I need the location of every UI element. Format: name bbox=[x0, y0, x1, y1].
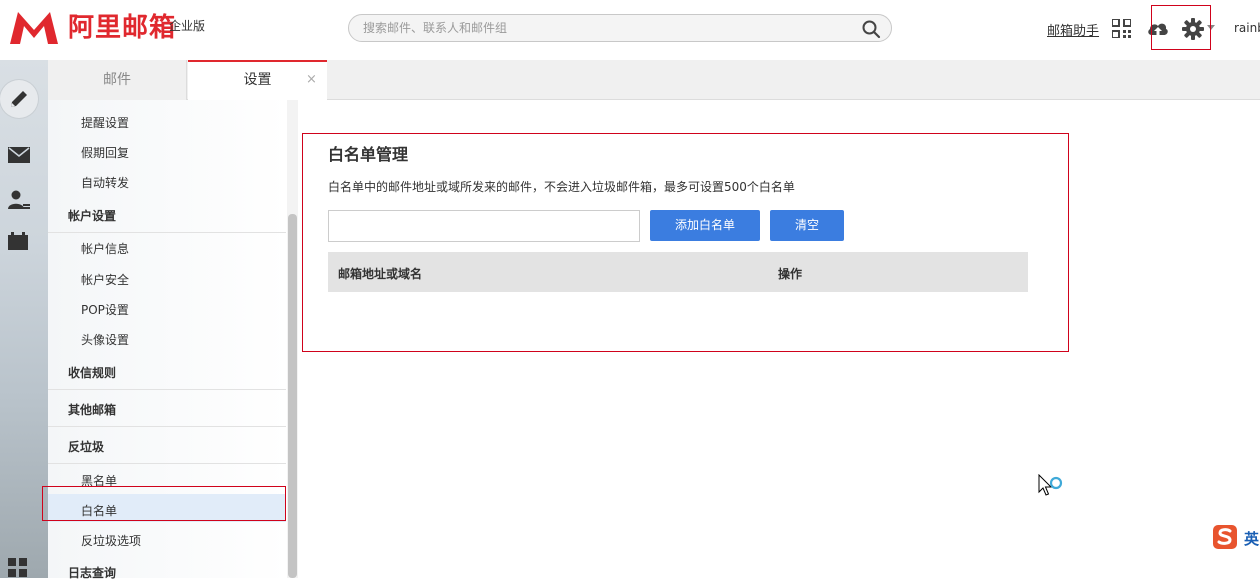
sidebar-item-auto-forward[interactable]: 自动转发 bbox=[81, 174, 129, 191]
username[interactable]: rainb bbox=[1234, 21, 1260, 35]
clear-button[interactable]: 清空 bbox=[770, 210, 844, 241]
column-header-operation: 操作 bbox=[778, 267, 803, 281]
divider bbox=[48, 232, 286, 233]
left-icon-rail bbox=[0, 60, 48, 578]
sidebar-item-account-info[interactable]: 帐户信息 bbox=[81, 240, 129, 257]
compose-icon[interactable] bbox=[9, 89, 29, 109]
mail-helper-link[interactable]: 邮箱助手 bbox=[1047, 20, 1099, 39]
logo-m-icon[interactable] bbox=[8, 10, 60, 46]
contacts-icon[interactable] bbox=[8, 190, 30, 210]
edition-label: 企业版 bbox=[169, 19, 206, 33]
sidebar-item-avatar[interactable]: 头像设置 bbox=[81, 331, 129, 348]
sidebar-item-reminder[interactable]: 提醒设置 bbox=[81, 114, 129, 131]
apps-icon[interactable] bbox=[8, 558, 28, 578]
qr-code-icon[interactable] bbox=[1112, 19, 1131, 38]
highlight-box-whitelist-panel bbox=[302, 133, 1069, 352]
mail-icon[interactable] bbox=[8, 147, 30, 163]
sidebar-group-receive-rules[interactable]: 收信规则 bbox=[68, 364, 116, 381]
tab-mail[interactable]: 邮件 bbox=[48, 60, 187, 100]
sidebar-item-account-security[interactable]: 帐户安全 bbox=[81, 271, 129, 288]
cursor-icon bbox=[1038, 474, 1063, 496]
sidebar-item-antispam-options[interactable]: 反垃圾选项 bbox=[81, 532, 141, 549]
table-header bbox=[328, 252, 1028, 292]
divider bbox=[48, 426, 286, 427]
ime-icon[interactable]: 英 bbox=[1212, 522, 1260, 552]
tab-close-icon[interactable]: × bbox=[306, 60, 317, 100]
add-whitelist-button[interactable]: 添加白名单 bbox=[650, 210, 760, 241]
column-header-address: 邮箱地址或域名 bbox=[338, 267, 423, 281]
calendar-icon[interactable] bbox=[8, 232, 28, 250]
ime-label: 英 bbox=[1244, 530, 1260, 548]
sidebar-item-vacation-reply[interactable]: 假期回复 bbox=[81, 144, 129, 161]
logo-text[interactable]: 阿里邮箱 bbox=[68, 12, 176, 44]
page-title: 白名单管理 bbox=[328, 145, 409, 164]
search-icon[interactable] bbox=[861, 19, 881, 39]
sidebar-group-log-query[interactable]: 日志查询 bbox=[68, 564, 116, 581]
page-description: 白名单中的邮件地址或域所发来的邮件，不会进入垃圾邮件箱，最多可设置500个白名单 bbox=[328, 180, 795, 194]
sidebar-group-antispam[interactable]: 反垃圾 bbox=[68, 438, 104, 455]
search-bar[interactable] bbox=[348, 14, 892, 42]
sidebar-group-other-mailbox[interactable]: 其他邮箱 bbox=[68, 401, 116, 418]
scrollbar-thumb[interactable] bbox=[288, 214, 297, 578]
divider bbox=[48, 389, 286, 390]
sidebar-group-account[interactable]: 帐户设置 bbox=[68, 207, 116, 224]
whitelist-address-input[interactable] bbox=[328, 210, 640, 242]
divider bbox=[48, 463, 286, 464]
highlight-box-whitelist bbox=[42, 486, 286, 521]
sidebar-item-pop[interactable]: POP设置 bbox=[81, 301, 129, 318]
tab-bar: 邮件 设置 × bbox=[48, 60, 1260, 100]
search-input[interactable] bbox=[363, 15, 843, 41]
highlight-box-settings bbox=[1151, 5, 1211, 50]
